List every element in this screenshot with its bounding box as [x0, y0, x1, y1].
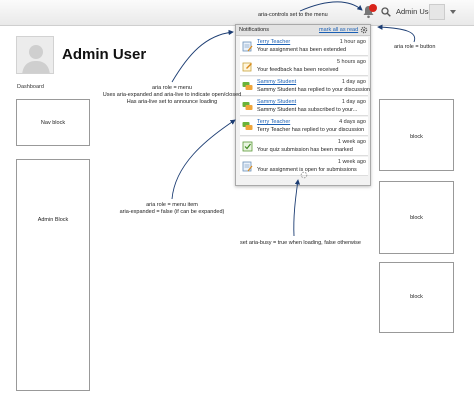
page-title: Admin User	[62, 46, 147, 63]
annotation-role-button: aria role = button	[394, 44, 436, 50]
forum-icon	[242, 122, 253, 130]
annotation-role-menu: aria role = menu	[152, 85, 192, 91]
right-block-1: block	[379, 99, 454, 171]
chevron-down-icon[interactable]	[450, 10, 456, 14]
notification-text: Sammy Student has subscribed to your...	[257, 107, 358, 113]
annotation-aria-controls: aria-controls set to the menu	[258, 12, 328, 18]
notification-time: 5 hours ago	[336, 59, 366, 65]
search-icon[interactable]	[381, 7, 391, 17]
nav-block: Nav block	[16, 99, 90, 146]
quiz-icon	[242, 141, 253, 152]
right-block-2: block	[379, 181, 454, 254]
profile-avatar	[16, 36, 54, 74]
arrow-busy	[293, 179, 301, 237]
notification-item[interactable]: Terry Teacher 1 hour ago Your assignment…	[240, 37, 368, 56]
arrow-menu	[171, 29, 234, 83]
top-navbar: Admin User	[0, 0, 474, 26]
annotation-role-menuitem: aria role = menu item	[146, 202, 198, 208]
annotation-aria-expanded-live: Uses aria-expanded and aria-live to indi…	[102, 92, 242, 98]
right-block-3-label: block	[410, 294, 423, 300]
notification-time: 1 week ago	[337, 159, 366, 165]
annotation-aria-busy: set aria-busy = true when loading, false…	[240, 240, 361, 246]
notification-sender[interactable]: Terry Teacher	[257, 39, 290, 45]
notification-sender[interactable]: Sammy Student	[257, 79, 296, 85]
notification-text: Terry Teacher has replied to your discus…	[257, 127, 365, 133]
right-block-2-label: block	[410, 215, 423, 221]
nav-block-label: Nav block	[40, 120, 66, 126]
notification-item[interactable]: 5 hours ago Your feedback has been recei…	[240, 57, 368, 76]
notifications-menu: Notifications mark all as read Terry Tea…	[235, 24, 371, 186]
forum-icon	[242, 102, 253, 110]
notification-time: 1 hour ago	[339, 39, 366, 45]
right-block-1-label: block	[410, 134, 423, 140]
notification-text: Sammy Student has replied to your discus…	[257, 87, 371, 93]
loading-spinner-icon	[300, 171, 308, 179]
notification-item[interactable]: Terry Teacher 4 days ago Terry Teacher h…	[240, 117, 368, 136]
notification-item[interactable]: Sammy Student 1 day ago Sammy Student ha…	[240, 97, 368, 116]
notification-sender[interactable]: Terry Teacher	[257, 119, 290, 125]
notifications-title: Notifications	[239, 27, 269, 33]
assignment-icon	[242, 41, 253, 52]
assignment-icon	[242, 161, 253, 172]
user-avatar[interactable]	[429, 4, 445, 20]
notification-badge	[369, 4, 377, 12]
mark-all-read-link[interactable]: mark all as read	[319, 27, 358, 33]
feedback-icon	[242, 62, 252, 72]
notification-time: 4 days ago	[339, 119, 366, 125]
notification-sender[interactable]: Sammy Student	[257, 99, 296, 105]
forum-icon	[242, 82, 253, 90]
arrow-menuitem	[171, 119, 236, 200]
arrow-button	[377, 24, 416, 43]
right-block-3: block	[379, 262, 454, 333]
notification-time: 1 day ago	[341, 99, 366, 105]
notification-text: Your feedback has been received	[257, 67, 339, 73]
notification-text: Your assignment has been extended	[257, 47, 347, 53]
gear-icon[interactable]	[360, 26, 368, 34]
notification-text: Your quiz submission has been marked	[257, 147, 353, 153]
notification-item[interactable]: 1 week ago Your quiz submission has been…	[240, 137, 368, 156]
annotation-aria-live-loading: Has aria-live set to announce loading	[126, 99, 218, 105]
user-silhouette-icon	[22, 45, 50, 73]
annotation-menuitem-expanded: aria-expanded = false (if can be expande…	[119, 209, 225, 215]
notification-time: 1 week ago	[337, 139, 366, 145]
notification-item[interactable]: Sammy Student 1 day ago Sammy Student ha…	[240, 77, 371, 96]
notification-time: 1 day ago	[341, 79, 366, 85]
admin-block: Admin Block	[16, 159, 90, 391]
breadcrumb[interactable]: Dashboard	[17, 84, 44, 90]
notifications-header: Notifications mark all as read	[236, 25, 370, 36]
admin-block-label: Admin Block	[37, 217, 69, 223]
